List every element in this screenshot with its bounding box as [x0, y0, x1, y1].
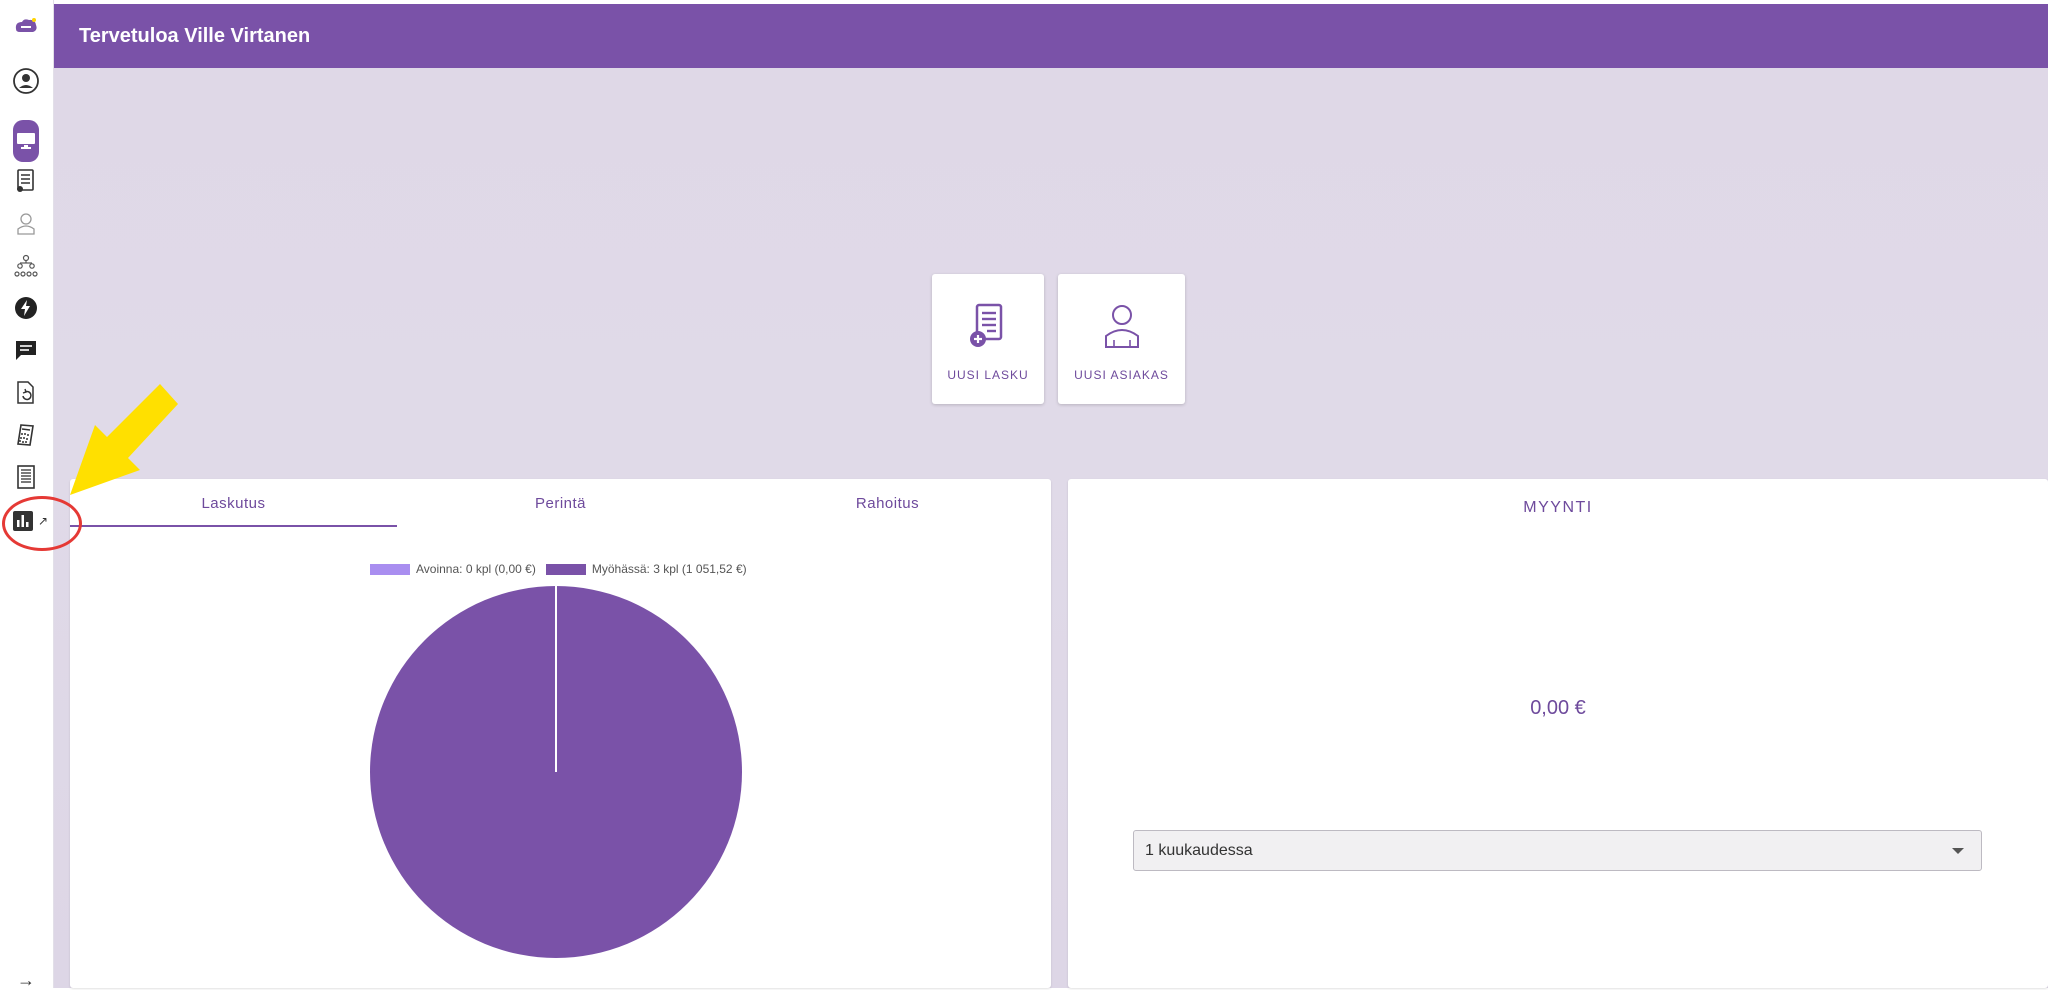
invoice-pie-chart	[370, 586, 742, 958]
person-icon[interactable]	[13, 211, 39, 237]
new-customer-label: UUSI ASIAKAS	[1074, 368, 1169, 382]
chart-legend: Avoinna: 0 kpl (0,00 €) Myöhässä: 3 kpl …	[370, 562, 757, 576]
new-invoice-icon	[966, 302, 1010, 350]
legend-swatch-myohassa	[545, 563, 586, 575]
new-customer-button[interactable]: UUSI ASIAKAS	[1058, 274, 1185, 404]
new-invoice-label: UUSI LASKU	[947, 368, 1029, 382]
user-circle-icon[interactable]	[13, 68, 39, 94]
page-header: Tervetuloa Ville Virtanen	[54, 4, 2048, 68]
hierarchy-icon[interactable]	[13, 253, 39, 279]
legend-swatch-avoinna	[370, 563, 410, 575]
sales-title: MYYNTI	[1523, 499, 1593, 516]
period-select-value: 1 kuukaudessa	[1145, 841, 1253, 859]
invoice-status-panel: Laskutus Perintä Rahoitus Avoinna: 0 kpl…	[70, 479, 1051, 988]
lightning-icon[interactable]	[13, 295, 39, 321]
legend-item-avoinna[interactable]: Avoinna: 0 kpl (0,00 €)	[370, 562, 536, 576]
legend-label-myohassa: Myöhässä: 3 kpl (1 051,52 €)	[591, 562, 747, 576]
tab-rahoitus[interactable]: Rahoitus	[724, 479, 1051, 527]
annotation-arrow	[70, 384, 178, 495]
period-select[interactable]: 1 kuukaudessa	[1133, 830, 1982, 871]
page-title: Tervetuloa Ville Virtanen	[79, 24, 311, 47]
sales-panel: MYYNTI 0,00 € 1 kuukaudessa	[1068, 479, 2048, 988]
arrow-right-icon[interactable]: →	[13, 970, 39, 990]
chevron-down-icon	[1952, 848, 1964, 854]
monitor-icon[interactable]	[13, 120, 39, 162]
chat-icon[interactable]	[13, 337, 39, 363]
legend-item-myohassa[interactable]: Myöhässä: 3 kpl (1 051,52 €)	[545, 562, 747, 576]
new-customer-icon	[1100, 302, 1144, 350]
annotation-circle	[2, 496, 82, 551]
legend-label-avoinna: Avoinna: 0 kpl (0,00 €)	[416, 562, 536, 576]
invoice-list-icon[interactable]	[13, 168, 39, 194]
new-invoice-button[interactable]: UUSI LASKU	[932, 274, 1044, 404]
sales-value: 0,00 €	[1530, 697, 1586, 719]
logo-icon[interactable]	[13, 14, 39, 40]
tab-perinta[interactable]: Perintä	[397, 479, 724, 527]
status-tabs: Laskutus Perintä Rahoitus	[70, 479, 1051, 527]
collapse-arrow-glyph: →	[17, 970, 35, 990]
